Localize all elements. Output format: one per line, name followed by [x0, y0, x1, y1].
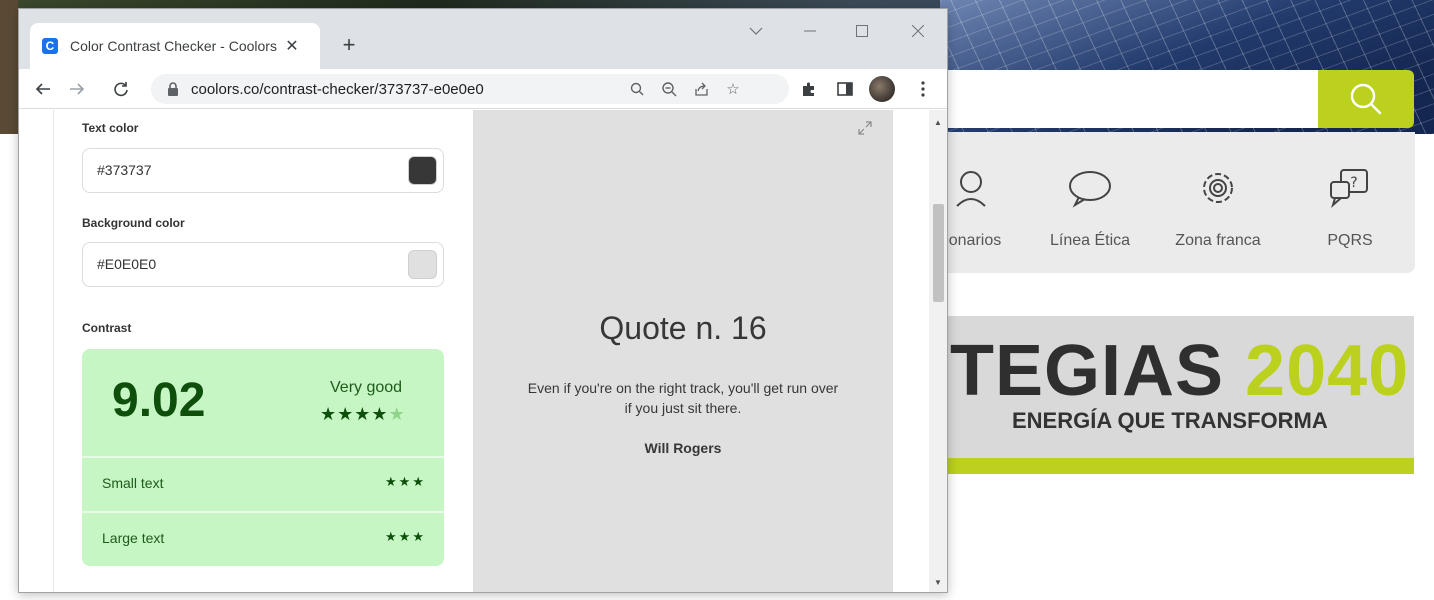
contrast-ratio: 9.02: [112, 374, 206, 427]
banner-accent-bar: [940, 458, 1414, 474]
question-bubble-icon: ?: [1330, 169, 1368, 208]
nav-item-linea-etica[interactable]: Línea Ética: [1035, 132, 1145, 273]
browser-toolbar: coolors.co/contrast-checker/373737-e0e0e…: [19, 69, 947, 109]
extensions-puzzle-icon[interactable]: [797, 77, 821, 101]
tab-title: Color Contrast Checker - Coolors: [70, 38, 277, 54]
tab-search-chevron-icon[interactable]: [741, 19, 771, 43]
minimize-button[interactable]: [795, 19, 825, 43]
text-color-swatch[interactable]: [408, 156, 437, 185]
profile-avatar[interactable]: [869, 76, 895, 102]
scroll-down-arrow-icon[interactable]: ▼: [929, 574, 947, 590]
reload-button[interactable]: [109, 77, 133, 101]
tab-close-icon[interactable]: ✕: [282, 36, 302, 56]
nav-item-zona-franca[interactable]: Zona franca: [1158, 132, 1278, 273]
tab-strip: C Color Contrast Checker - Coolors ✕ +: [19, 9, 947, 69]
large-text-label: Large text: [102, 530, 165, 546]
text-color-value: #373737: [97, 162, 152, 178]
background-color-input[interactable]: #E0E0E0: [82, 242, 444, 287]
reload-icon: [114, 82, 128, 97]
star-icon: ★: [337, 404, 355, 424]
bookmark-star-icon[interactable]: ☆: [723, 79, 743, 99]
small-text-stars: ★★★: [385, 474, 426, 489]
new-tab-button[interactable]: +: [335, 31, 363, 59]
share-icon[interactable]: [691, 79, 711, 99]
close-window-button[interactable]: [903, 19, 933, 43]
scrollbar-thumb[interactable]: [933, 204, 944, 302]
back-arrow-icon: [35, 83, 50, 95]
star-icon: ★: [354, 404, 372, 424]
banner-subtitle: ENERGÍA QUE TRANSFORMA: [1012, 408, 1328, 433]
menu-kebab-icon[interactable]: [911, 77, 935, 101]
scroll-up-arrow-icon[interactable]: ▲: [929, 114, 947, 130]
search-page-icon[interactable]: [627, 79, 647, 99]
address-bar[interactable]: coolors.co/contrast-checker/373737-e0e0e…: [151, 74, 789, 104]
contrast-result-card: 9.02 Very good ★★★★★ Small text ★★★ Larg…: [82, 349, 444, 566]
text-color-label: Text color: [82, 121, 139, 135]
rating-label: Very good: [330, 379, 403, 396]
banner-title: TEGIAS 2040: [950, 331, 1410, 411]
rating-stars: ★★★★★: [320, 404, 406, 425]
text-color-input[interactable]: #373737: [82, 148, 444, 193]
site-search-input[interactable]: [940, 70, 1320, 128]
quote-author: Will Rogers: [644, 440, 722, 456]
scrollbar[interactable]: ▲ ▼: [929, 110, 947, 592]
tab-color-contrast-checker[interactable]: C Color Contrast Checker - Coolors ✕: [30, 23, 320, 69]
background-color-swatch[interactable]: [408, 250, 437, 279]
preview-panel: Quote n. 16 Even if you're on the right …: [473, 110, 893, 592]
star-icon: ★: [371, 404, 389, 424]
content-divider: [53, 110, 54, 592]
quote-title: Quote n. 16: [599, 310, 767, 346]
page-content: Text color #373737 Background color #E0E…: [19, 110, 947, 592]
gear-icon: [1203, 173, 1233, 203]
large-text-row: Large text ★★★: [82, 511, 444, 563]
search-icon: [1350, 83, 1382, 115]
small-text-label: Small text: [102, 475, 164, 491]
svg-text:?: ?: [1350, 175, 1357, 191]
star-icon: ★: [320, 404, 338, 424]
zoom-out-icon[interactable]: [659, 79, 679, 99]
expand-icon[interactable]: [857, 120, 873, 136]
small-text-row: Small text ★★★: [82, 456, 444, 508]
star-empty-icon: ★: [388, 404, 406, 424]
maximize-button[interactable]: [847, 19, 877, 43]
forward-button[interactable]: [65, 77, 89, 101]
lock-icon: [168, 82, 178, 96]
side-panel-icon[interactable]: [833, 77, 857, 101]
nav-item-pqrs[interactable]: ? PQRS: [1300, 132, 1400, 273]
site-search-button[interactable]: [1318, 70, 1414, 128]
browser-window: C Color Contrast Checker - Coolors ✕ + c…: [18, 8, 948, 593]
back-button[interactable]: [31, 77, 55, 101]
contrast-label: Contrast: [82, 321, 132, 335]
site-quick-links: onarios Línea Ética Zona franca ? PQRS: [940, 132, 1415, 273]
background-color-label: Background color: [82, 216, 185, 230]
coolors-favicon-icon: C: [42, 38, 58, 54]
background-color-value: #E0E0E0: [97, 256, 157, 272]
forward-arrow-icon: [70, 83, 85, 95]
quote-text: Even if you're on the right track, you'l…: [527, 380, 839, 416]
url-text: coolors.co/contrast-checker/373737-e0e0e…: [191, 81, 484, 98]
speech-bubble-icon: [1069, 171, 1111, 208]
person-icon: [956, 171, 986, 207]
background-left-image: [0, 0, 18, 134]
large-text-stars: ★★★: [385, 529, 426, 544]
